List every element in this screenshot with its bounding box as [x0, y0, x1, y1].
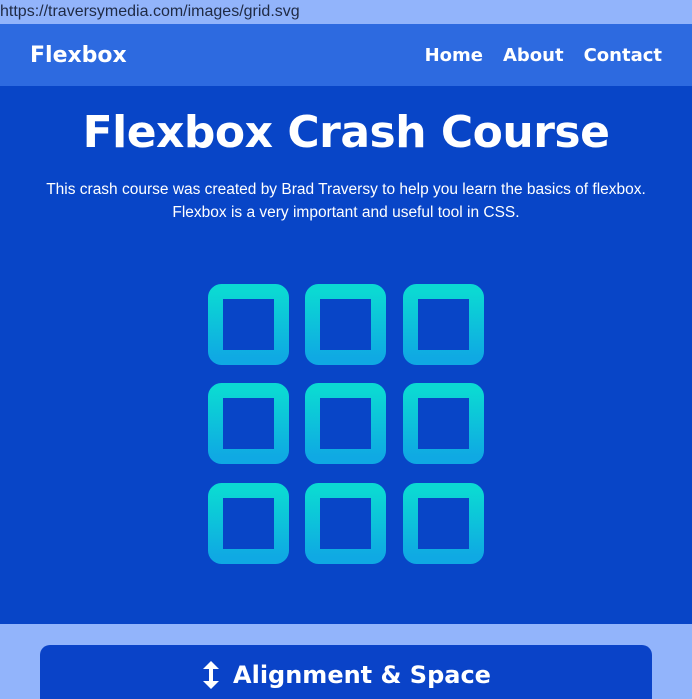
- hero-subtitle: This crash course was created by Brad Tr…: [46, 181, 646, 221]
- navbar: Flexbox Home About Contact: [0, 24, 692, 86]
- vertical-arrows-icon: [203, 661, 220, 689]
- card-header: Alignment & Space: [40, 645, 652, 689]
- hero-section: Flexbox Crash Course This crash course w…: [0, 86, 692, 624]
- hero-title: Flexbox Crash Course: [82, 107, 610, 158]
- brand-logo[interactable]: Flexbox: [30, 43, 127, 68]
- card-title: Alignment & Space: [233, 661, 491, 689]
- address-bar-url: https://traversymedia.com/images/grid.sv…: [0, 3, 300, 20]
- nav-link-home[interactable]: Home: [425, 45, 483, 66]
- grid-icon: [208, 284, 484, 564]
- nav-links: Home About Contact: [425, 45, 662, 66]
- nav-link-about[interactable]: About: [503, 45, 564, 66]
- nav-link-contact[interactable]: Contact: [584, 45, 662, 66]
- alignment-space-card: Alignment & Space: [40, 645, 652, 699]
